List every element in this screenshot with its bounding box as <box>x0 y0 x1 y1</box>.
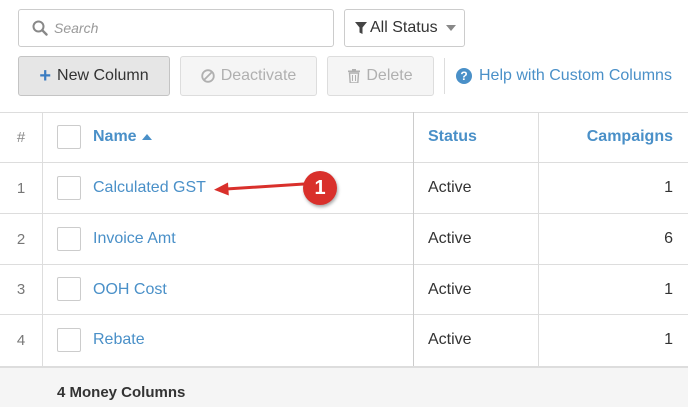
filter-icon <box>355 21 367 34</box>
question-icon: ? <box>456 68 472 84</box>
column-divider <box>413 112 414 366</box>
help-label: Help with Custom Columns <box>479 67 672 84</box>
select-all-checkbox[interactable] <box>57 125 81 149</box>
annotation-badge: 1 <box>303 171 337 205</box>
column-divider <box>538 112 539 366</box>
help-link[interactable]: ? Help with Custom Columns <box>456 56 672 96</box>
header-num: # <box>16 128 26 146</box>
header-campaigns[interactable]: Campaigns <box>587 112 673 162</box>
delete-label: Delete <box>366 67 413 84</box>
campaigns-cell: 1 <box>664 280 673 298</box>
annotation-arrow-icon <box>214 182 306 196</box>
plus-icon: + <box>39 65 52 87</box>
trash-icon <box>348 69 361 83</box>
column-name-link[interactable]: Rebate <box>93 315 145 365</box>
status-cell: Active <box>428 331 472 348</box>
search-box[interactable] <box>18 9 334 47</box>
action-toolbar: + New Column Deactivate Delete ? Help wi… <box>0 56 688 96</box>
table-footer: 4 Money Columns <box>0 366 688 407</box>
new-column-label: New Column <box>57 67 149 84</box>
status-filter-label: All Status <box>370 19 438 36</box>
deactivate-button[interactable]: Deactivate <box>180 56 317 96</box>
new-column-button[interactable]: + New Column <box>18 56 170 96</box>
status-cell: Active <box>428 230 472 247</box>
status-cell: Active <box>428 179 472 196</box>
deactivate-label: Deactivate <box>220 67 297 84</box>
row-number: 4 <box>16 331 26 349</box>
column-name-link[interactable]: Calculated GST <box>93 163 206 213</box>
status-filter-dropdown[interactable]: All Status <box>344 9 465 47</box>
row-number: 3 <box>16 281 26 298</box>
column-divider <box>42 112 43 366</box>
column-name-link[interactable]: OOH Cost <box>93 265 167 314</box>
row-number: 1 <box>16 179 26 197</box>
toolbar-divider <box>444 58 445 94</box>
row-checkbox[interactable] <box>57 176 81 200</box>
campaigns-cell: 1 <box>664 179 673 196</box>
campaigns-cell: 6 <box>664 230 673 247</box>
header-name[interactable]: Name <box>93 112 152 162</box>
chevron-down-icon <box>445 25 456 31</box>
column-name-link[interactable]: Invoice Amt <box>93 214 176 264</box>
row-number: 2 <box>16 230 26 248</box>
search-input[interactable] <box>54 20 314 36</box>
campaigns-cell: 1 <box>664 331 673 348</box>
delete-button[interactable]: Delete <box>327 56 434 96</box>
footer-summary: 4 Money Columns <box>57 384 186 401</box>
ban-icon <box>201 69 215 83</box>
row-checkbox[interactable] <box>57 227 81 251</box>
filter-bar: All Status <box>0 9 688 47</box>
search-icon <box>32 20 48 36</box>
header-status[interactable]: Status <box>428 112 477 162</box>
status-cell: Active <box>428 280 472 298</box>
row-checkbox[interactable] <box>57 328 81 352</box>
header-name-label: Name <box>93 128 137 145</box>
row-checkbox[interactable] <box>57 277 81 301</box>
sort-asc-icon <box>141 134 152 140</box>
